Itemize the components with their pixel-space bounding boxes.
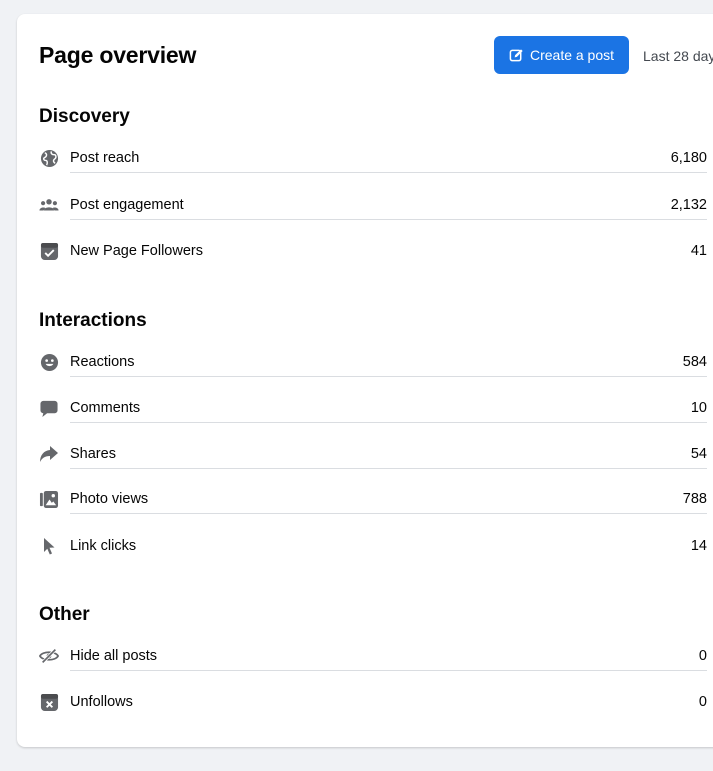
metric-row-unfollows[interactable]: Unfollows 0: [39, 690, 707, 718]
row-divider: [70, 422, 707, 423]
metric-row-post-engagement[interactable]: Post engagement 2,132: [39, 193, 707, 221]
share-arrow-icon: [39, 444, 59, 464]
page-title: Page overview: [39, 42, 197, 68]
metric-value: 14: [690, 538, 707, 554]
metric-row-post-reach[interactable]: Post reach 6,180: [39, 146, 707, 174]
metric-row-hide-all-posts[interactable]: Hide all posts 0: [39, 644, 707, 672]
section-heading-other: Other: [39, 604, 90, 625]
metric-value: 6,180: [670, 150, 707, 166]
metric-row-shares[interactable]: Shares 54: [39, 442, 707, 470]
section-heading-interactions: Interactions: [39, 310, 147, 331]
metric-value: 788: [682, 491, 707, 507]
metric-row-comments[interactable]: Comments 10: [39, 396, 707, 424]
metric-value: 0: [698, 694, 707, 710]
smiley-icon: [39, 352, 59, 372]
metric-label: Link clicks: [70, 538, 137, 554]
date-range-label: Last 28 days: [643, 48, 713, 64]
metric-label: Photo views: [70, 491, 149, 507]
metric-value: 54: [690, 446, 707, 462]
metric-row-photo-views[interactable]: Photo views 788: [39, 487, 707, 515]
row-divider: [70, 468, 707, 469]
follow-check-icon: [39, 241, 59, 261]
create-post-label: Create a post: [529, 47, 615, 63]
metric-value: 0: [698, 648, 707, 664]
metric-row-link-clicks[interactable]: Link clicks 14: [39, 534, 707, 562]
people-icon: [39, 195, 59, 215]
row-divider: [70, 376, 707, 377]
row-divider: [70, 172, 707, 173]
row-divider: [70, 219, 707, 220]
metric-label: Reactions: [70, 354, 135, 370]
metric-row-reactions[interactable]: Reactions 584: [39, 350, 707, 378]
metric-row-new-page-followers[interactable]: New Page Followers 41: [39, 239, 707, 267]
photo-icon: [39, 489, 59, 509]
metric-label: Comments: [70, 400, 141, 416]
unfollow-x-icon: [39, 692, 59, 712]
section-heading-discovery: Discovery: [39, 106, 130, 127]
cursor-icon: [39, 536, 59, 556]
metric-value: 10: [690, 400, 707, 416]
globe-icon: [39, 148, 59, 168]
metric-label: New Page Followers: [70, 243, 203, 259]
row-divider: [70, 513, 707, 514]
metric-label: Shares: [70, 446, 116, 462]
comment-icon: [39, 398, 59, 418]
edit-icon: [509, 48, 524, 63]
eye-slash-icon: [39, 646, 59, 666]
row-divider: [70, 670, 707, 671]
page-overview-card: Page overview Create a post Last 28 days…: [17, 14, 713, 747]
create-post-button[interactable]: Create a post: [494, 36, 629, 74]
overview-header: Page overview Create a post Last 28 days: [39, 36, 713, 76]
metric-value: 584: [682, 354, 707, 370]
metric-label: Post engagement: [70, 197, 184, 213]
metric-label: Unfollows: [70, 694, 133, 710]
metric-value: 2,132: [670, 197, 707, 213]
metric-value: 41: [690, 243, 707, 259]
metric-label: Hide all posts: [70, 648, 158, 664]
metric-label: Post reach: [70, 150, 140, 166]
